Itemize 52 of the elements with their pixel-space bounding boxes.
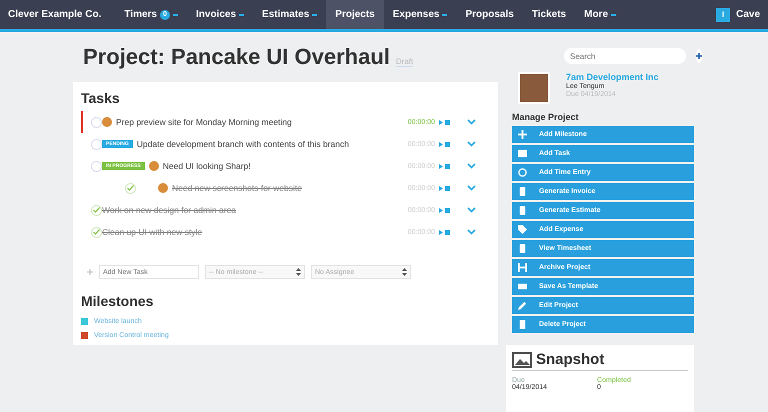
- play-stop-icon[interactable]: [439, 184, 451, 192]
- photo-placeholder: [518, 72, 550, 104]
- nav-tab[interactable]: Projects: [326, 0, 384, 29]
- play-stop-icon[interactable]: [439, 206, 451, 214]
- expand-chevron-icon[interactable]: [467, 141, 476, 147]
- nav-tab[interactable]: More: [575, 0, 626, 29]
- section-heading: Manage Project: [512, 112, 580, 122]
- section-heading: Milestones: [81, 293, 154, 309]
- image-icon: [512, 352, 532, 368]
- play-stop-icon[interactable]: [439, 118, 451, 126]
- add-button[interactable]: [696, 49, 702, 63]
- section-heading: Tasks: [81, 90, 121, 106]
- expand-chevron-icon[interactable]: [467, 163, 476, 169]
- task-title[interactable]: Need new screenshots for website: [172, 183, 302, 193]
- plus-icon: [518, 130, 527, 139]
- task-title[interactable]: Need UI looking Sharp!: [162, 161, 251, 171]
- doc-icon: [518, 187, 527, 196]
- task-checkbox[interactable]: [91, 226, 102, 238]
- clock-icon: [518, 168, 527, 177]
- task-checkbox[interactable]: [125, 182, 136, 194]
- page-title: Project: Pancake UI Overhaul: [83, 44, 390, 70]
- play-stop-icon[interactable]: [439, 140, 451, 148]
- tag-icon: [518, 225, 527, 234]
- task-title[interactable]: Prep preview site for Monday Morning meeting: [116, 117, 292, 127]
- archive-icon: [518, 263, 527, 272]
- client-company-link[interactable]: 7am Development Inc: [566, 72, 659, 82]
- doc-icon: [518, 206, 527, 215]
- expand-chevron-icon[interactable]: [467, 207, 476, 213]
- play-stop-icon[interactable]: [439, 162, 451, 170]
- nav-tab[interactable]: Expenses: [384, 0, 456, 29]
- expand-chevron-icon[interactable]: [467, 119, 476, 125]
- doc-icon: [518, 244, 527, 253]
- nav-tab[interactable]: Estimates: [253, 0, 326, 29]
- panel-heading: Snapshot: [536, 351, 604, 368]
- task-title[interactable]: Clean up UI with new style: [102, 227, 202, 237]
- brand-name[interactable]: Clever Example Co.: [8, 9, 102, 20]
- nav-tab[interactable]: Proposals: [456, 0, 523, 29]
- user-name[interactable]: Cave: [736, 9, 760, 20]
- search-field[interactable]: Search: [564, 48, 686, 64]
- pencil-icon: [518, 301, 527, 310]
- select-arrows-icon: [296, 268, 301, 276]
- task-title[interactable]: Work on new design for admin area: [102, 205, 236, 215]
- task-title[interactable]: Update development branch with contents of this branch: [136, 139, 349, 149]
- play-stop-icon[interactable]: [439, 228, 451, 236]
- user-avatar[interactable]: I: [716, 8, 730, 22]
- select-arrows-icon: [402, 268, 407, 276]
- expand-chevron-icon[interactable]: [467, 229, 476, 235]
- expand-chevron-icon[interactable]: [467, 185, 476, 191]
- nav-tab[interactable]: Invoices: [187, 0, 254, 29]
- add-icon[interactable]: [87, 269, 93, 275]
- task-checkbox[interactable]: [91, 204, 102, 216]
- nav-tab[interactable]: Tickets: [522, 0, 576, 29]
